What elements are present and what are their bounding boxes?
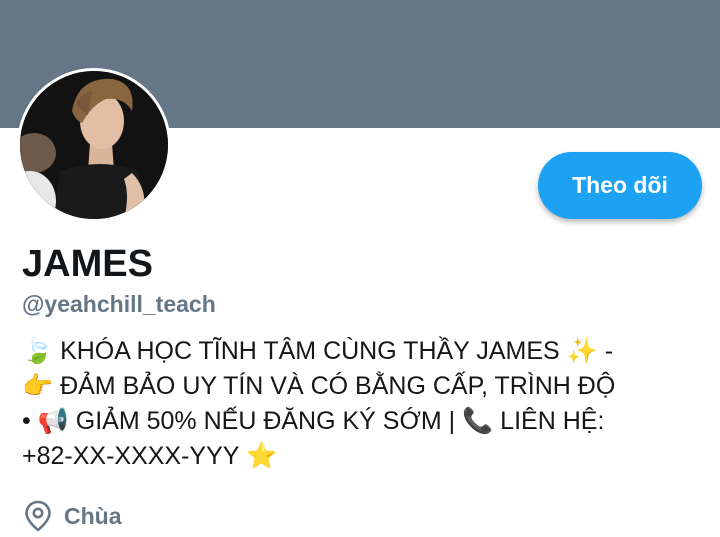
follow-button[interactable]: Theo dõi <box>538 152 702 219</box>
map-pin-icon <box>25 500 51 532</box>
avatar-photo <box>20 71 168 219</box>
profile-bio: 🍃 KHÓA HỌC TĨNH TÂM CÙNG THẦY JAMES ✨ - … <box>22 337 616 470</box>
display-name: JAMES <box>22 243 153 285</box>
profile-location: Chùa <box>24 500 122 532</box>
user-handle: @yeahchill_teach <box>22 291 216 317</box>
location-text: Chùa <box>64 502 122 529</box>
avatar[interactable] <box>17 68 171 222</box>
